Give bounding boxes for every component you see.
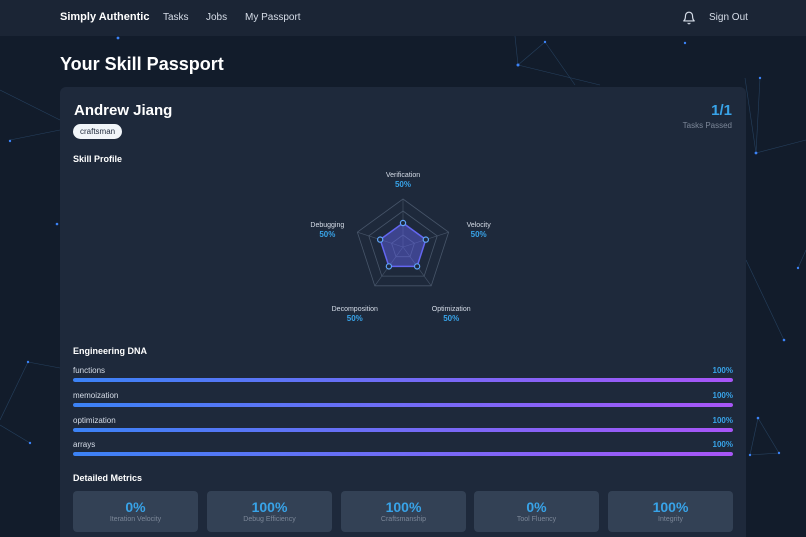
dna-row: arrays 100% <box>73 440 733 460</box>
dna-percent: 100% <box>712 366 733 375</box>
radar-axis-value: 50% <box>443 314 459 323</box>
radar-axis-name: Verification <box>386 172 420 179</box>
metric-card-integrity: 100% Integrity <box>608 491 733 532</box>
radar-point <box>399 219 407 227</box>
metric-label: Iteration Velocity <box>109 516 162 523</box>
dna-percent: 100% <box>712 416 733 425</box>
dna-label: arrays <box>73 440 96 449</box>
dna-progress-fill <box>73 403 733 407</box>
metric-card-tool-fluency: 0% Tool Fluency <box>474 491 599 532</box>
radar-point <box>413 263 421 270</box>
radar-value-area <box>379 222 427 268</box>
metric-card-craftsmanship: 100% Craftsmanship <box>341 491 466 532</box>
dna-progress-track <box>73 428 733 432</box>
metric-value: 100% <box>251 499 288 515</box>
metric-label: Integrity <box>658 516 683 523</box>
dna-progress-track <box>73 452 733 456</box>
metric-label: Tool Fluency <box>516 516 557 523</box>
dna-progress-track <box>73 378 733 382</box>
skill-radar-chart: Verification 50% Velocity 50% Optimizati… <box>310 172 492 323</box>
dna-progress-fill <box>73 378 733 382</box>
radar-axis-value: 50% <box>319 230 335 239</box>
dna-progress-fill <box>73 428 733 432</box>
dna-label: optimization <box>73 416 116 425</box>
radar-axis-name: Optimization <box>432 306 471 313</box>
dna-label: functions <box>73 366 106 375</box>
passport-card: Andrew Jiang craftsman 1/1 Tasks Passed … <box>60 87 746 537</box>
nav-link-my-passport[interactable]: My Passport <box>245 12 301 23</box>
radar-point <box>385 263 393 270</box>
dna-row: optimization 100% <box>73 416 733 436</box>
radar-axis-value: 50% <box>395 180 411 189</box>
sign-out-button[interactable]: Sign Out <box>709 12 748 23</box>
radar-point <box>422 236 430 243</box>
engineering-dna-title: Engineering DNA <box>73 346 148 356</box>
metric-value: 100% <box>652 499 689 515</box>
dna-row: memoization 100% <box>73 391 733 411</box>
radar-axis-value: 50% <box>471 230 487 239</box>
radar-axis-name: Debugging <box>310 222 344 229</box>
metric-value: 100% <box>385 499 422 515</box>
metric-value: 0% <box>526 499 547 515</box>
tasks-passed-label: Tasks Passed <box>682 121 732 130</box>
page-title: Your Skill Passport <box>60 54 224 74</box>
metric-label: Debug Efficiency <box>243 516 296 523</box>
radar-axis-name: Decomposition <box>332 306 378 313</box>
metric-card-debug-efficiency: 100% Debug Efficiency <box>207 491 332 532</box>
top-navbar: Simply Authentic Tasks Jobs My Passport … <box>0 0 806 36</box>
dna-percent: 100% <box>712 391 733 400</box>
radar-axis-value: 50% <box>347 314 363 323</box>
dna-label: memoization <box>73 391 119 400</box>
dna-percent: 100% <box>712 440 733 449</box>
nav-link-tasks[interactable]: Tasks <box>163 12 189 23</box>
metric-card-iteration-velocity: 0% Iteration Velocity <box>73 491 198 532</box>
radar-axis-name: Velocity <box>467 222 492 229</box>
dna-progress-track <box>73 403 733 407</box>
level-badge: craftsman <box>73 124 123 139</box>
dna-progress-fill <box>73 452 733 456</box>
skill-profile-title: Skill Profile <box>73 154 123 164</box>
tasks-passed-count: 1/1 <box>711 102 732 119</box>
bell-icon[interactable] <box>682 11 696 25</box>
brand-logo[interactable]: Simply Authentic <box>60 11 149 23</box>
metric-label: Craftsmanship <box>380 516 427 523</box>
radar-point <box>376 236 384 243</box>
nav-link-jobs[interactable]: Jobs <box>206 12 227 23</box>
user-name: Andrew Jiang <box>74 102 173 119</box>
dna-row: functions 100% <box>73 366 733 386</box>
metric-value: 0% <box>125 499 146 515</box>
detailed-metrics-title: Detailed Metrics <box>73 473 143 483</box>
